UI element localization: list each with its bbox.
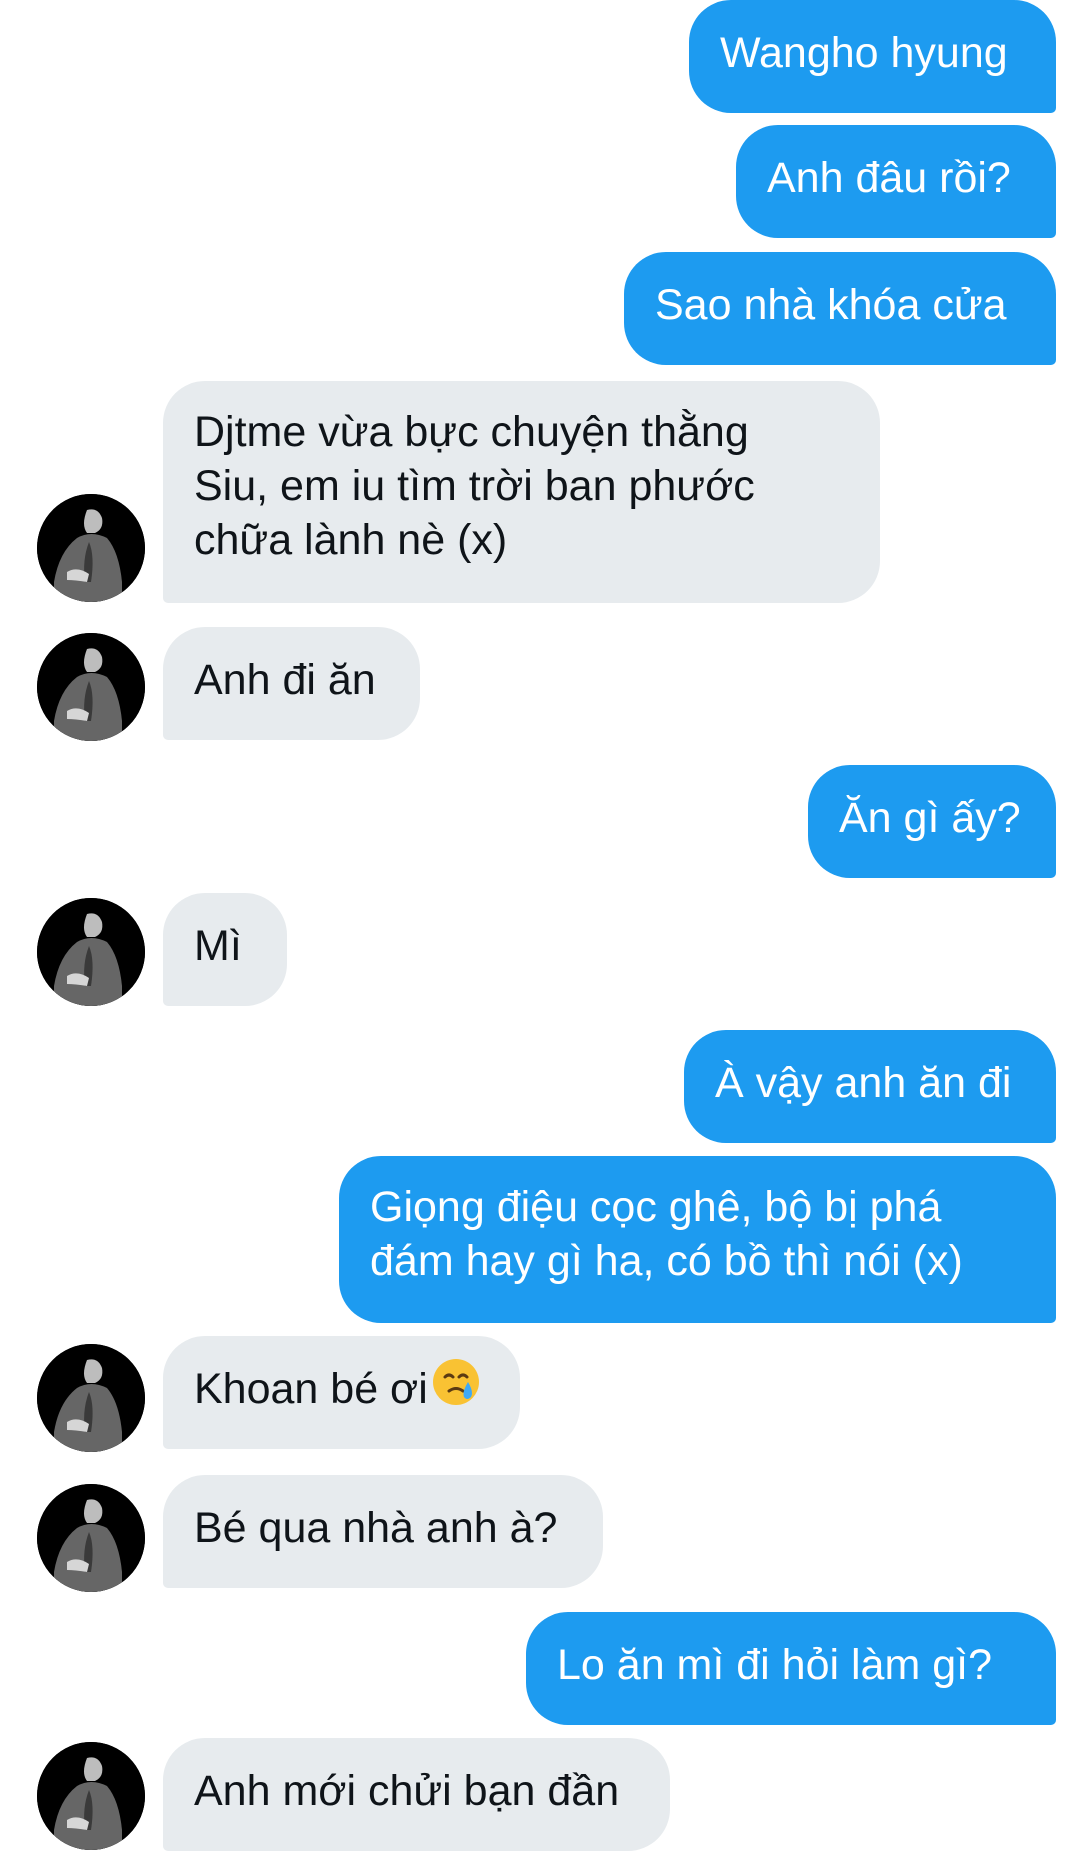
message-bubble-outgoing[interactable]: À vậy anh ăn đi: [684, 1030, 1056, 1143]
message-bubble-outgoing[interactable]: Lo ăn mì đi hỏi làm gì?: [526, 1612, 1056, 1725]
message-bubble-outgoing[interactable]: Anh đâu rồi?: [736, 125, 1056, 238]
message-text: Ăn gì ấy?: [839, 794, 1021, 842]
message-bubble-incoming[interactable]: Bé qua nhà anh à?: [163, 1475, 603, 1588]
message-text: Mì: [194, 922, 242, 970]
avatar[interactable]: [37, 1742, 145, 1850]
message-text: Anh mới chửi bạn đần: [194, 1767, 620, 1815]
avatar[interactable]: [37, 494, 145, 602]
message-text: Khoan bé ơi: [194, 1359, 489, 1421]
message-text-line: chữa lành nè (x): [194, 516, 508, 564]
message-text: À vậy anh ăn đi: [715, 1059, 1012, 1107]
message-bubble-outgoing[interactable]: Wangho hyung: [689, 0, 1056, 113]
message-bubble-incoming[interactable]: Anh đi ăn: [163, 627, 420, 740]
message-bubble-incoming[interactable]: Khoan bé ơi: [163, 1336, 520, 1449]
message-text-line: Siu, em iu tìm trời ban phước: [194, 462, 755, 510]
message-text: Anh đâu rồi?: [767, 154, 1011, 202]
message-bubble-outgoing[interactable]: Ăn gì ấy?: [808, 765, 1056, 878]
user-avatar-photo-icon: [37, 1484, 145, 1592]
avatar[interactable]: [37, 1344, 145, 1452]
message-thread: Wangho hyung Anh đâu rồi? Sao nhà khóa c…: [0, 0, 1080, 1851]
user-avatar-photo-icon: [37, 1344, 145, 1452]
message-bubble-incoming[interactable]: Mì: [163, 893, 287, 1006]
message-bubble-incoming[interactable]: Djtme vừa bực chuyện thằng Siu, em iu tì…: [163, 381, 880, 603]
user-avatar-photo-icon: [37, 633, 145, 741]
message-bubble-incoming[interactable]: Anh mới chửi bạn đần: [163, 1738, 670, 1851]
user-avatar-photo-icon: [37, 494, 145, 602]
avatar[interactable]: [37, 898, 145, 1006]
message-text: Wangho hyung: [720, 29, 1008, 77]
message-text-line: đám hay gì ha, có bồ thì nói (x): [370, 1237, 963, 1285]
face-holding-back-tears-emoji-icon: [430, 1356, 482, 1421]
user-avatar-photo-icon: [37, 1742, 145, 1850]
message-text: Lo ăn mì đi hỏi làm gì?: [557, 1641, 993, 1689]
message-bubble-outgoing[interactable]: Giọng điệu cọc ghê, bộ bị phá đám hay gì…: [339, 1156, 1056, 1323]
avatar[interactable]: [37, 633, 145, 741]
message-text-line: Giọng điệu cọc ghê, bộ bị phá: [370, 1183, 942, 1231]
avatar[interactable]: [37, 1484, 145, 1592]
message-text: Anh đi ăn: [194, 656, 376, 704]
message-text: Bé qua nhà anh à?: [194, 1504, 558, 1552]
message-text-line: Djtme vừa bực chuyện thằng: [194, 408, 749, 456]
user-avatar-photo-icon: [37, 898, 145, 1006]
message-bubble-outgoing[interactable]: Sao nhà khóa cửa: [624, 252, 1056, 365]
message-text: Sao nhà khóa cửa: [655, 281, 1007, 329]
